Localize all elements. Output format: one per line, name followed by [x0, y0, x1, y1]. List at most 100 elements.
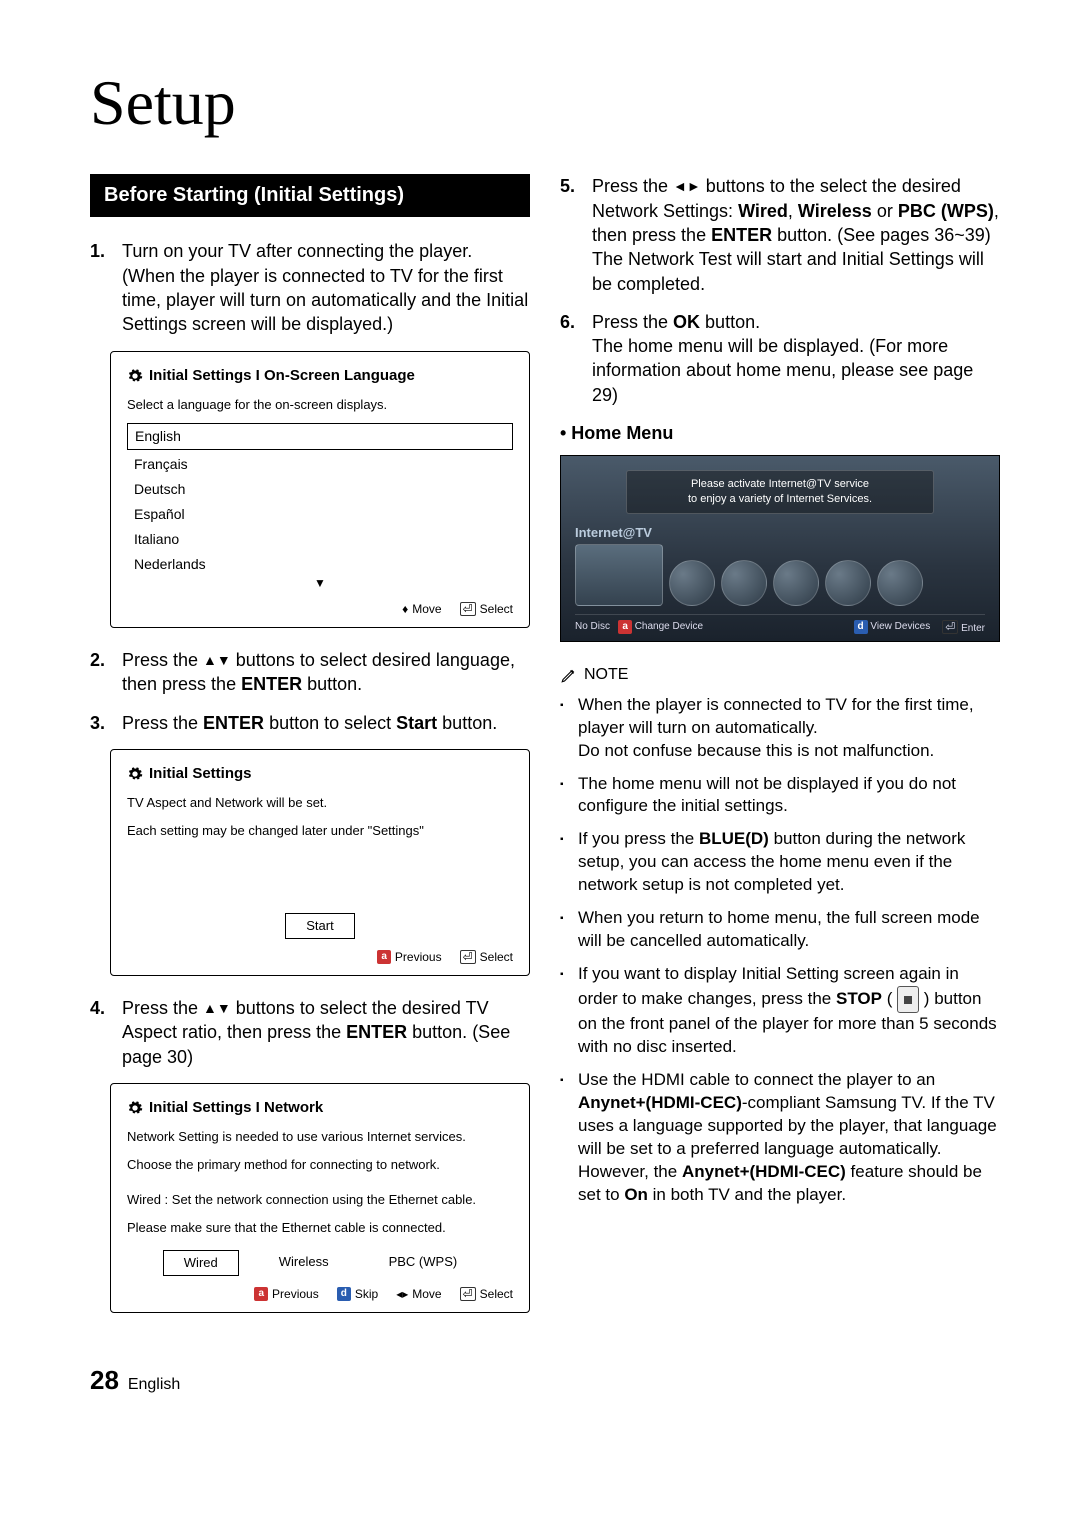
note-item: ▪ The home menu will not be displayed if…: [560, 773, 1000, 819]
enter-icon: ⏎: [942, 620, 958, 634]
home-footer-left: No Disc a Change Device: [575, 620, 703, 634]
figure-description: Wired : Set the network connection using…: [127, 1191, 513, 1209]
step-2: 2. Press the ▲▼ buttons to select desire…: [90, 648, 530, 697]
step-number: 3.: [90, 711, 112, 735]
figure-start: Initial Settings TV Aspect and Network w…: [110, 749, 530, 976]
figure-title-row: Initial Settings: [127, 764, 513, 784]
figure-title: Initial Settings I On-Screen Language: [149, 366, 415, 386]
chevron-down-icon: ▼: [127, 575, 513, 591]
home-label: Internet@TV: [575, 524, 985, 542]
network-wireless-button[interactable]: Wireless: [259, 1250, 349, 1276]
note-item: ▪ When you return to home menu, the full…: [560, 907, 1000, 953]
footer-select: Select: [480, 949, 513, 965]
footer-move: Move: [412, 601, 441, 617]
left-column: Before Starting (Initial Settings) 1. Tu…: [90, 174, 530, 1333]
figure-title-row: Initial Settings I Network: [127, 1098, 513, 1118]
note-item: ▪ Use the HDMI cable to connect the play…: [560, 1069, 1000, 1207]
step-number: 5.: [560, 174, 582, 295]
step-4: 4. Press the ▲▼ buttons to select the de…: [90, 996, 530, 1069]
footer-select: Select: [480, 1286, 513, 1302]
section-heading: Before Starting (Initial Settings): [90, 174, 530, 217]
home-tile-icon[interactable]: [773, 560, 819, 606]
enter-icon: ⏎: [460, 602, 476, 616]
leftright-arrows-icon: ◄►: [673, 178, 701, 194]
step-number: 6.: [560, 310, 582, 407]
note-heading: NOTE: [560, 664, 1000, 686]
language-option[interactable]: Nederlands: [127, 552, 513, 577]
steps-list-left-3: 4. Press the ▲▼ buttons to select the de…: [90, 996, 530, 1069]
gear-icon: [127, 766, 143, 782]
chapter-title: Setup: [90, 60, 1000, 146]
gear-icon: [127, 1100, 143, 1116]
step-text: Press the ENTER button to select Start b…: [122, 711, 530, 735]
language-option[interactable]: Italiano: [127, 527, 513, 552]
figure-description: Please make sure that the Ethernet cable…: [127, 1219, 513, 1237]
note-item: ▪ If you want to display Initial Setting…: [560, 963, 1000, 1059]
language-list: English Français Deutsch Español Italian…: [127, 423, 513, 591]
language-option[interactable]: Deutsch: [127, 477, 513, 502]
home-banner: Please activate Internet@TV service to e…: [626, 470, 934, 514]
home-footer: No Disc a Change Device d View Devices ⏎…: [575, 614, 985, 636]
network-wired-button[interactable]: Wired: [163, 1250, 239, 1276]
home-tile-large[interactable]: [575, 544, 663, 606]
step-number: 4.: [90, 996, 112, 1069]
note-item: ▪ If you press the BLUE(D) button during…: [560, 828, 1000, 897]
footer-move: Move: [412, 1286, 441, 1302]
step-text: Press the ◄► buttons to the select the d…: [592, 174, 1000, 295]
footer-previous: Previous: [272, 1286, 319, 1302]
footer-previous: Previous: [395, 949, 442, 965]
step-text: Press the ▲▼ buttons to select the desir…: [122, 996, 530, 1069]
updown-icon: ♦: [402, 601, 408, 617]
footer-skip: Skip: [355, 1286, 378, 1302]
start-button[interactable]: Start: [285, 913, 354, 939]
home-tile-icon[interactable]: [721, 560, 767, 606]
key-d-icon: d: [337, 1287, 351, 1301]
figure-title: Initial Settings: [149, 764, 252, 784]
step-5: 5. Press the ◄► buttons to the select th…: [560, 174, 1000, 295]
step-text: Press the OK button. The home menu will …: [592, 310, 1000, 407]
two-column-layout: Before Starting (Initial Settings) 1. Tu…: [90, 174, 1000, 1333]
steps-list-left: 1. Turn on your TV after connecting the …: [90, 239, 530, 336]
figure-title-row: Initial Settings I On-Screen Language: [127, 366, 513, 386]
network-pbc-button[interactable]: PBC (WPS): [369, 1250, 478, 1276]
page-footer: 28 English: [90, 1363, 1000, 1398]
figure-description: TV Aspect and Network will be set.: [127, 794, 513, 812]
home-tiles: [575, 544, 985, 606]
home-tile-icon[interactable]: [669, 560, 715, 606]
step-3: 3. Press the ENTER button to select Star…: [90, 711, 530, 735]
pencil-icon: [560, 666, 578, 684]
steps-list-right: 5. Press the ◄► buttons to the select th…: [560, 174, 1000, 407]
figure-home-menu: Please activate Internet@TV service to e…: [560, 455, 1000, 642]
step-text: Turn on your TV after connecting the pla…: [122, 239, 530, 336]
footer-select: Select: [480, 601, 513, 617]
figure-description: Select a language for the on-screen disp…: [127, 396, 513, 414]
figure-description: Choose the primary method for connecting…: [127, 1156, 513, 1174]
step-number: 2.: [90, 648, 112, 697]
key-a-icon: a: [254, 1287, 268, 1301]
gear-icon: [127, 368, 143, 384]
enter-icon: ⏎: [460, 1287, 476, 1301]
figure-footer: a Previous d Skip ◂▸ Move ⏎ Select: [127, 1286, 513, 1302]
updown-arrows-icon: ▲▼: [203, 652, 231, 668]
language-option[interactable]: Français: [127, 452, 513, 477]
home-tile-icon[interactable]: [825, 560, 871, 606]
leftright-icon: ◂▸: [396, 1286, 408, 1302]
key-a-icon: a: [377, 950, 391, 964]
right-column: 5. Press the ◄► buttons to the select th…: [560, 174, 1000, 1333]
step-text: Press the ▲▼ buttons to select desired l…: [122, 648, 530, 697]
step-number: 1.: [90, 239, 112, 336]
figure-description: Each setting may be changed later under …: [127, 822, 513, 840]
step-6: 6. Press the OK button. The home menu wi…: [560, 310, 1000, 407]
home-menu-heading: • Home Menu: [560, 421, 1000, 445]
figure-title: Initial Settings I Network: [149, 1098, 323, 1118]
steps-list-left-2: 2. Press the ▲▼ buttons to select desire…: [90, 648, 530, 735]
home-tile-icon[interactable]: [877, 560, 923, 606]
step-1: 1. Turn on your TV after connecting the …: [90, 239, 530, 336]
language-option-selected[interactable]: English: [127, 423, 513, 450]
figure-language-select: Initial Settings I On-Screen Language Se…: [110, 351, 530, 629]
figure-footer: ♦ Move ⏎ Select: [127, 601, 513, 617]
language-option[interactable]: Español: [127, 502, 513, 527]
notes-list: ▪ When the player is connected to TV for…: [560, 694, 1000, 1207]
page-number: 28: [90, 1365, 119, 1395]
footer-language: English: [128, 1376, 180, 1393]
